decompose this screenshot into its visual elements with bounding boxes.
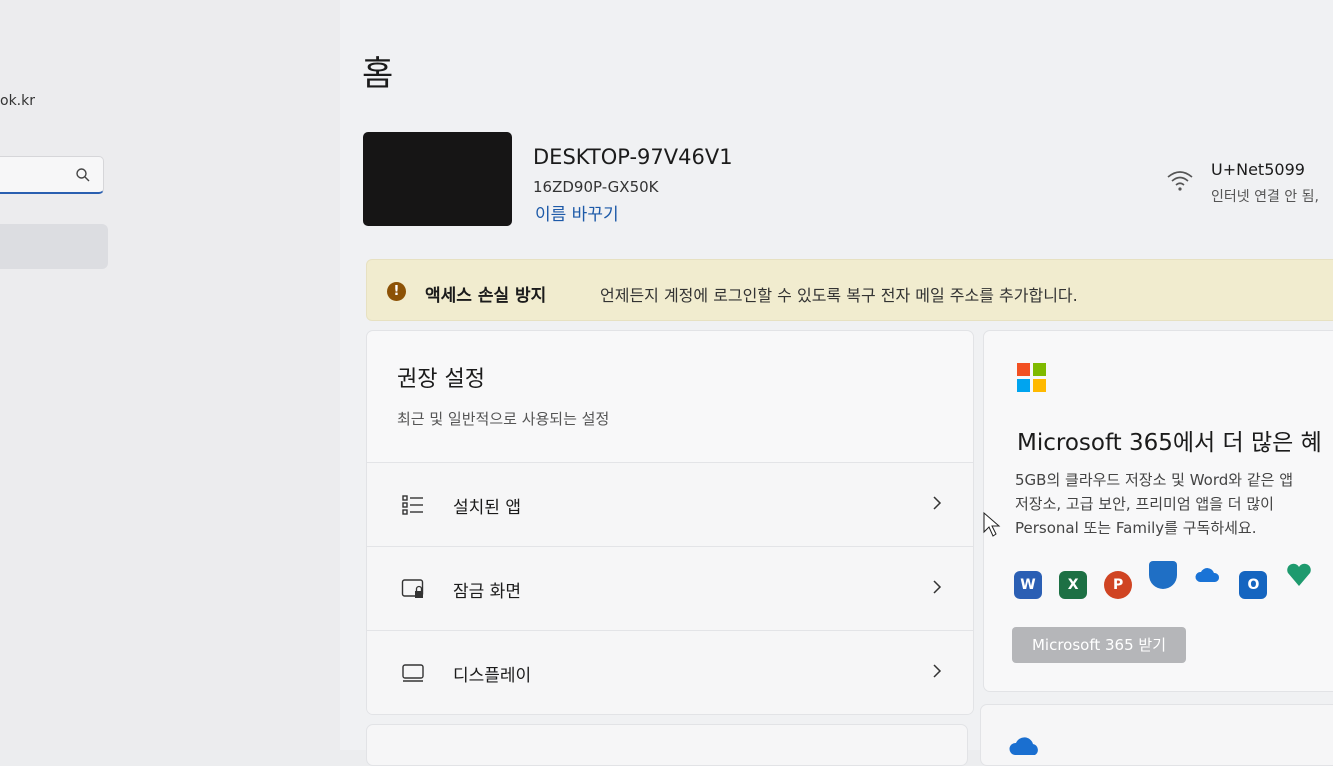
next-card-left [366, 724, 968, 766]
app-icons-row: W X P O [1014, 561, 1325, 599]
wifi-icon [1167, 171, 1193, 191]
account-warning-banner[interactable]: ! 액세스 손실 방지 언제든지 계정에 로그인할 수 있도록 복구 전자 메일… [366, 259, 1333, 321]
family-safety-icon [1285, 561, 1313, 589]
list-item-label: 디스플레이 [453, 666, 532, 686]
list-item-lock-screen[interactable]: 잠금 화면 [367, 546, 973, 630]
search-input[interactable] [0, 156, 104, 194]
microsoft-365-card: Microsoft 365에서 더 많은 혜 5GB의 클라우드 저장소 및 W… [983, 330, 1333, 692]
list-item-display[interactable]: 디스플레이 [367, 630, 973, 714]
lock-screen-icon [401, 579, 424, 598]
microsoft-logo-icon [1017, 363, 1046, 392]
rename-link[interactable]: 이름 바꾸기 [535, 200, 619, 225]
list-item-label: 설치된 앱 [453, 498, 521, 518]
page-title: 홈 [362, 54, 394, 94]
microsoft-365-description: 5GB의 클라우드 저장소 및 Word와 같은 앱 저장소, 고급 보안, 프… [1015, 471, 1294, 537]
chevron-right-icon [933, 580, 942, 594]
next-card-right [980, 704, 1333, 766]
chevron-right-icon [933, 664, 942, 678]
device-wallpaper-thumbnail [363, 132, 512, 226]
powerpoint-icon: P [1104, 571, 1133, 599]
recommended-settings-card: 권장 설정 최근 및 일반적으로 사용되는 설정 설치된 앱 잠금 화면 디스플… [366, 330, 974, 715]
excel-icon: X [1059, 571, 1088, 599]
chevron-right-icon [933, 496, 942, 510]
list-icon [402, 495, 423, 515]
network-name[interactable]: U+Net5099 [1211, 160, 1305, 179]
outlook-icon: O [1239, 571, 1268, 599]
list-item-label: 잠금 화면 [453, 582, 521, 602]
onedrive-icon [1194, 561, 1222, 589]
search-icon[interactable] [75, 167, 91, 183]
account-email: ok.kr [0, 93, 35, 109]
recommended-title: 권장 설정 [397, 367, 485, 392]
microsoft-365-title: Microsoft 365에서 더 많은 혜 [1017, 430, 1322, 456]
main-content: 홈 DESKTOP-97V46V1 16ZD90P-GX50K 이름 바꾸기 U… [340, 0, 1333, 766]
get-microsoft-365-button[interactable]: Microsoft 365 받기 [1012, 627, 1186, 663]
device-name: DESKTOP-97V46V1 [533, 145, 733, 169]
sidebar: ok.kr [0, 0, 340, 750]
sidebar-item-home-selected[interactable] [0, 224, 108, 269]
list-item-installed-apps[interactable]: 설치된 앱 [367, 462, 973, 546]
warning-icon: ! [387, 282, 406, 301]
device-model: 16ZD90P-GX50K [533, 178, 659, 196]
display-icon [402, 664, 424, 682]
recommended-subtitle: 최근 및 일반적으로 사용되는 설정 [397, 410, 610, 428]
network-status: 인터넷 연결 안 됨, [1211, 189, 1319, 205]
banner-title: 액세스 손실 방지 [425, 286, 547, 306]
word-icon: W [1014, 571, 1042, 599]
banner-text: 언제든지 계정에 로그인할 수 있도록 복구 전자 메일 주소를 추가합니다. [600, 286, 1078, 305]
mouse-cursor-icon [983, 512, 1001, 537]
defender-icon [1149, 561, 1178, 589]
onedrive-icon [1009, 737, 1038, 755]
